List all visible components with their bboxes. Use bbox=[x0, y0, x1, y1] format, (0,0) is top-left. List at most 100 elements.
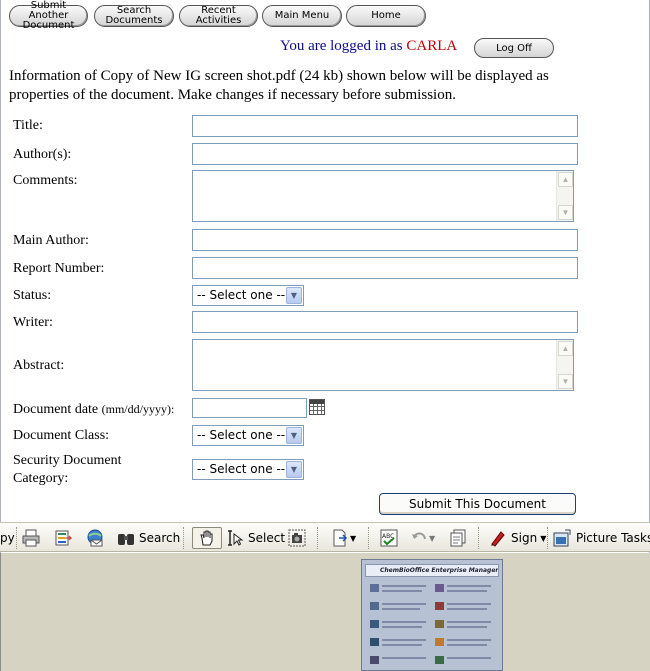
picture-tasks-label: Picture Tasks bbox=[576, 531, 650, 545]
scroll-down-icon[interactable]: ▼ bbox=[558, 374, 573, 389]
picture-tasks-icon bbox=[553, 529, 571, 547]
pen-icon bbox=[491, 531, 505, 547]
thumbnail-line bbox=[447, 585, 491, 587]
logged-in-text: You are logged in as bbox=[280, 38, 403, 54]
toolbar-separator bbox=[547, 527, 549, 549]
scroll-up-icon[interactable]: ▲ bbox=[558, 172, 573, 187]
document-class-select[interactable]: -- Select one -- ▼ bbox=[192, 425, 304, 446]
pages-button[interactable] bbox=[449, 527, 467, 549]
chevron-down-icon[interactable]: ▼ bbox=[286, 427, 302, 444]
acrobat-toolbar: py Search Select ▼ ABC ▼ Sign ▼ Picture … bbox=[0, 522, 650, 552]
hand-icon bbox=[200, 530, 213, 546]
print-button[interactable] bbox=[22, 527, 40, 549]
thumbnail-line bbox=[382, 639, 426, 641]
search-documents-label-2: Documents bbox=[105, 15, 163, 26]
chevron-down-icon[interactable]: ▼ bbox=[429, 534, 435, 543]
select-label: Select bbox=[248, 531, 286, 545]
hand-tool-button[interactable] bbox=[192, 527, 222, 549]
document-date-label: Document date bbox=[13, 402, 99, 417]
abstract-textarea[interactable]: ▲ ▼ bbox=[192, 339, 574, 391]
thumbnail-line bbox=[382, 621, 426, 623]
select-tool-button[interactable]: Select bbox=[226, 527, 285, 549]
document-date-format: (mm/dd/yyyy): bbox=[101, 402, 175, 416]
sign-label: Sign bbox=[511, 531, 538, 545]
comments-scrollbar[interactable]: ▲ ▼ bbox=[556, 171, 573, 221]
home-button[interactable]: Home bbox=[346, 5, 426, 27]
print-icon bbox=[22, 529, 40, 547]
status-label: Status: bbox=[13, 288, 52, 303]
thumbnail-figure bbox=[435, 602, 444, 610]
document-class-label: Document Class: bbox=[13, 428, 110, 443]
title-input[interactable] bbox=[192, 115, 578, 137]
sign-button[interactable]: Sign ▼ bbox=[489, 527, 546, 549]
undo-icon bbox=[412, 532, 426, 540]
status-select[interactable]: -- Select one -- ▼ bbox=[192, 285, 304, 306]
select-text-icon bbox=[228, 530, 244, 546]
security-label-line1: Security Document bbox=[13, 453, 122, 468]
toolbar-separator bbox=[16, 527, 18, 549]
username: CARLA bbox=[406, 38, 458, 54]
page-export-button[interactable]: ▼ bbox=[331, 527, 356, 549]
comments-textarea[interactable]: ▲ ▼ bbox=[192, 170, 574, 222]
document-date-label-group: Document date (mm/dd/yyyy): bbox=[13, 400, 174, 419]
thumbnail-line bbox=[447, 590, 487, 592]
thumbnail-line bbox=[382, 657, 426, 659]
writer-label: Writer: bbox=[13, 315, 53, 330]
thumbnail-figure bbox=[435, 656, 444, 664]
document-class-selected-value: -- Select one -- bbox=[197, 428, 286, 442]
spellcheck-button[interactable]: ABC bbox=[380, 527, 398, 549]
recent-activities-label: Recent Activities bbox=[195, 5, 242, 26]
search-button[interactable]: Search bbox=[117, 527, 180, 549]
thumbnail-header: ChemBioOffice Enterprise Manager bbox=[365, 564, 499, 577]
recent-activities-button[interactable]: Recent Activities bbox=[179, 5, 258, 27]
main-menu-label: Main Menu bbox=[274, 10, 330, 21]
document-date-input[interactable] bbox=[192, 398, 307, 418]
snapshot-button[interactable] bbox=[288, 527, 306, 549]
organizer-button[interactable] bbox=[54, 527, 72, 549]
picture-tasks-button[interactable]: Picture Tasks bbox=[553, 527, 650, 549]
submit-document-button[interactable]: Submit This Document bbox=[379, 493, 576, 515]
abstract-scrollbar[interactable]: ▲ ▼ bbox=[556, 340, 573, 390]
search-documents-button[interactable]: Search Documents bbox=[94, 5, 174, 27]
thumbnail-figure bbox=[370, 638, 379, 646]
binoculars-icon bbox=[118, 534, 134, 545]
toolbar-separator bbox=[317, 527, 319, 549]
thumbnail-line bbox=[447, 603, 491, 605]
calendar-icon[interactable] bbox=[309, 399, 325, 415]
thumbnail-figure bbox=[435, 620, 444, 628]
spellcheck-icon: ABC bbox=[380, 529, 398, 547]
main-menu-button[interactable]: Main Menu bbox=[262, 5, 342, 27]
submit-another-document-button[interactable]: Submit Another Document bbox=[9, 1, 88, 31]
thumbnail-line bbox=[447, 621, 491, 623]
title-label: Title: bbox=[13, 118, 43, 133]
main-author-input[interactable] bbox=[192, 229, 578, 251]
email-button[interactable] bbox=[86, 527, 104, 549]
chevron-down-icon[interactable]: ▼ bbox=[286, 287, 302, 304]
writer-input[interactable] bbox=[192, 311, 578, 333]
login-status: You are logged in as CARLA bbox=[280, 38, 457, 55]
main-author-label: Main Author: bbox=[13, 233, 89, 248]
thumbnail-figure bbox=[370, 584, 379, 592]
thumbnail-figure bbox=[370, 602, 379, 610]
submit-another-label-2: Document bbox=[22, 20, 75, 31]
document-thumbnail[interactable]: ChemBioOffice Enterprise Manager bbox=[361, 559, 503, 671]
chevron-down-icon[interactable]: ▼ bbox=[350, 534, 356, 543]
security-label-line2: Category: bbox=[13, 471, 69, 486]
scroll-up-icon[interactable]: ▲ bbox=[558, 341, 573, 356]
scroll-down-icon[interactable]: ▼ bbox=[558, 205, 573, 220]
organizer-icon bbox=[55, 530, 72, 546]
chevron-down-icon[interactable]: ▼ bbox=[540, 534, 546, 543]
security-selected-value: -- Select one -- bbox=[197, 462, 286, 476]
toolbar-separator bbox=[478, 527, 480, 549]
submit-document-label: Submit This Document bbox=[409, 497, 546, 511]
log-off-button[interactable]: Log Off bbox=[474, 38, 554, 58]
pdf-viewer-area[interactable]: ChemBioOffice Enterprise Manager bbox=[0, 553, 650, 671]
copy-tool[interactable]: py bbox=[0, 527, 15, 549]
chevron-down-icon[interactable]: ▼ bbox=[286, 461, 302, 478]
thumbnail-line bbox=[447, 626, 487, 628]
security-category-select[interactable]: -- Select one -- ▼ bbox=[192, 459, 304, 480]
report-number-input[interactable] bbox=[192, 257, 578, 279]
authors-input[interactable] bbox=[192, 143, 578, 165]
toolbar-separator bbox=[183, 527, 185, 549]
undo-button[interactable]: ▼ bbox=[410, 527, 435, 549]
